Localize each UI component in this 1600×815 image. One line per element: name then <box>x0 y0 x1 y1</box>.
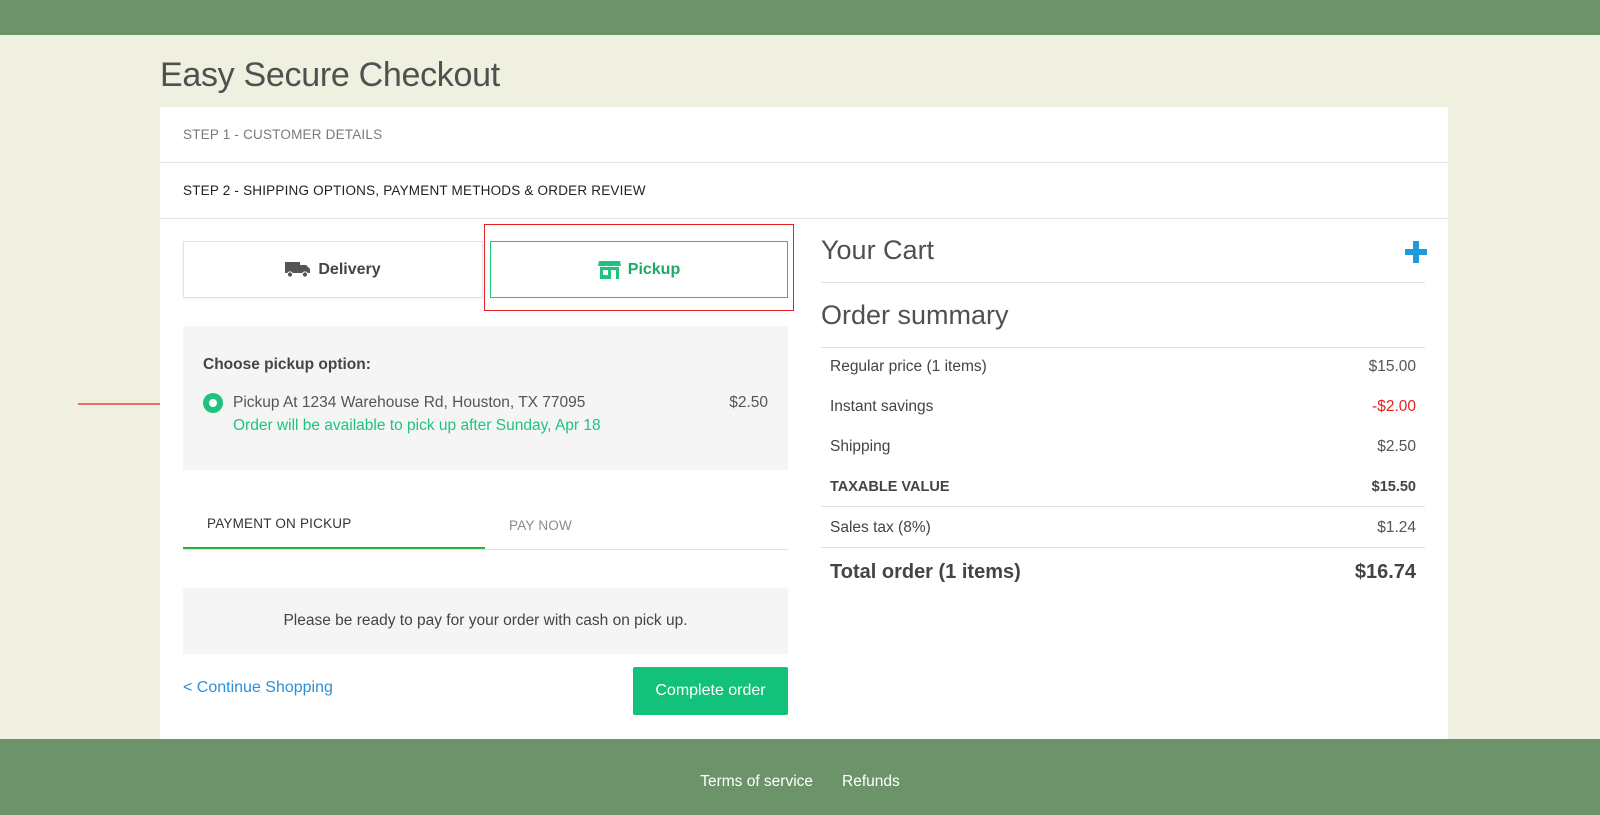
summary-row-sales-tax: Sales tax (8%) $1.24 <box>821 508 1425 548</box>
step-1-customer-details[interactable]: STEP 1 - CUSTOMER DETAILS <box>160 107 1448 163</box>
summary-row-label: TAXABLE VALUE <box>830 478 950 495</box>
checkout-card: STEP 1 - CUSTOMER DETAILS STEP 2 - SHIPP… <box>160 107 1448 739</box>
total-value: $16.74 <box>1354 560 1416 583</box>
summary-row-label: Instant savings <box>830 398 934 415</box>
summary-row-instant-savings: Instant savings -$2.00 <box>821 387 1425 427</box>
delivery-tab-label: Delivery <box>318 260 381 278</box>
footer-links: Terms of service Refunds <box>0 773 1600 791</box>
summary-row-value: $1.24 <box>1377 518 1416 536</box>
summary-row-shipping: Shipping $2.50 <box>821 427 1425 467</box>
summary-row-label: Sales tax (8%) <box>830 518 931 536</box>
pickup-availability-note: Order will be available to pick up after… <box>233 417 601 434</box>
top-header-bar <box>0 0 1600 35</box>
tab-pay-now[interactable]: PAY NOW <box>485 500 787 550</box>
summary-row-label: Regular price (1 items) <box>830 358 987 375</box>
delivery-tab[interactable]: Delivery <box>183 241 483 298</box>
total-label: Total order (1 items) <box>830 560 1021 583</box>
summary-row-value: $15.50 <box>1371 478 1416 495</box>
footer-link-terms[interactable]: Terms of service <box>700 773 813 791</box>
summary-row-total: Total order (1 items) $16.74 <box>821 549 1425 595</box>
cart-title: Your Cart <box>821 235 935 265</box>
page-title: Easy Secure Checkout <box>160 56 500 94</box>
pickup-options-heading: Choose pickup option: <box>203 356 371 373</box>
summary-row-regular-price: Regular price (1 items) $15.00 <box>821 347 1425 387</box>
footer-link-refunds[interactable]: Refunds <box>842 773 900 791</box>
tab-payment-on-pickup[interactable]: PAYMENT ON PICKUP <box>183 500 485 550</box>
footer: Terms of service Refunds <box>0 739 1600 815</box>
summary-row-value: -$2.00 <box>1372 398 1416 415</box>
pickup-option-price: $2.50 <box>729 394 768 411</box>
pickup-tab-label: Pickup <box>627 260 681 278</box>
cart-divider <box>821 282 1425 283</box>
payment-tabs-divider <box>183 549 788 550</box>
plus-icon[interactable] <box>1404 240 1428 264</box>
order-summary-title: Order summary <box>821 300 1009 330</box>
summary-row-value: $15.00 <box>1368 358 1416 375</box>
summary-row-taxable-value: TAXABLE VALUE $15.50 <box>821 467 1425 507</box>
step-2-shipping-payment-review: STEP 2 - SHIPPING OPTIONS, PAYMENT METHO… <box>160 163 1448 219</box>
pickup-option-radio[interactable] <box>203 393 223 413</box>
summary-row-label: Shipping <box>830 438 891 455</box>
pickup-options-panel: Choose pickup option: Pickup At 1234 War… <box>183 326 788 470</box>
payment-instructions: Please be ready to pay for your order wi… <box>183 588 788 654</box>
complete-order-button[interactable]: Complete order <box>633 667 788 715</box>
pickup-option-address[interactable]: Pickup At 1234 Warehouse Rd, Houston, TX… <box>233 394 585 412</box>
continue-shopping-link[interactable]: < Continue Shopping <box>183 679 333 697</box>
truck-icon <box>285 262 311 278</box>
pickup-tab[interactable]: Pickup <box>490 241 788 298</box>
summary-row-value: $2.50 <box>1377 438 1416 455</box>
store-icon <box>597 260 621 279</box>
